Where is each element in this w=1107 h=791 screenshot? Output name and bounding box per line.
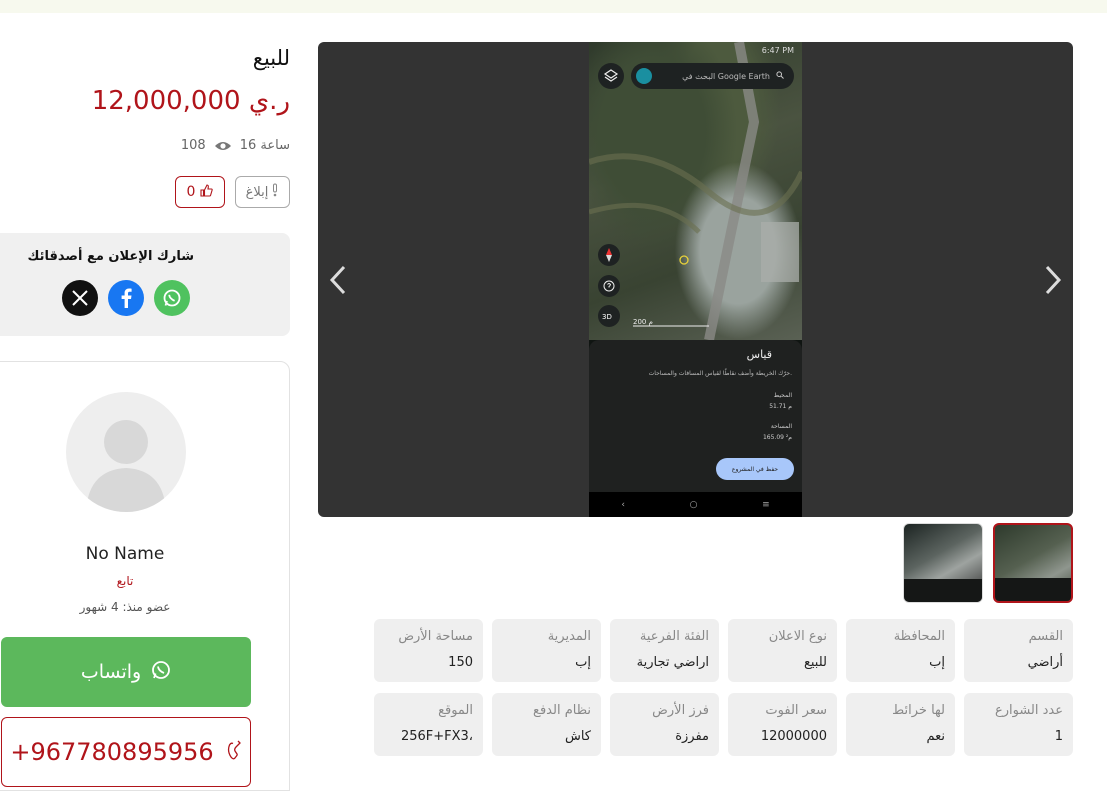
spec-card: القسم أراضي [964, 619, 1073, 682]
recents-icon: ≡ [762, 499, 770, 510]
spec-value: إب [575, 655, 591, 670]
avatar [66, 392, 186, 512]
spec-card: سعر الفوت 12000000 [728, 693, 837, 756]
spec-label: الموقع [438, 703, 473, 718]
spec-value: أراضي [1027, 655, 1063, 670]
account-avatar-icon [636, 68, 652, 84]
facebook-share-icon[interactable] [108, 280, 144, 316]
spec-card: فرز الأرض مفرزة [610, 693, 719, 756]
spec-label: القسم [1028, 629, 1063, 644]
spec-card: المديرية إب [492, 619, 601, 682]
phone-status-bar: 6:47 PM [761, 46, 794, 55]
whatsapp-share-icon[interactable] [154, 280, 190, 316]
x-share-icon[interactable] [62, 280, 98, 316]
like-button[interactable]: 0 [175, 176, 225, 208]
measure-title: قياس [746, 348, 772, 361]
search-icon [776, 71, 784, 81]
phone-icon [226, 738, 242, 766]
listing-meta: 108 16 ساعة [181, 138, 290, 153]
image-gallery: 6:47 PM البحث في Google Earth 3D 200 م ق… [318, 42, 1073, 517]
follow-link[interactable]: تابع [0, 574, 251, 588]
report-label: إبلاغ [245, 184, 269, 200]
spec-label: المحافظة [893, 629, 945, 644]
gallery-thumbnail-2[interactable] [903, 523, 983, 603]
spec-value: 12000000 [760, 729, 827, 744]
spec-label: لها خرائط [892, 703, 945, 718]
likes-count: 0 [186, 184, 196, 200]
spec-label: المديرية [547, 629, 591, 644]
spec-card: نوع الاعلان للبيع [728, 619, 837, 682]
spec-card: نظام الدفع كاش [492, 693, 601, 756]
svg-text:3D: 3D [602, 313, 612, 320]
seller-name: No Name [85, 544, 165, 564]
whatsapp-icon [151, 660, 171, 685]
spec-value: إب [929, 655, 945, 670]
spec-value: للبيع [803, 655, 827, 670]
spec-value: نعم [926, 729, 945, 744]
exclamation-icon [271, 183, 279, 201]
save-to-project-button: حفظ في المشروع [716, 458, 794, 480]
whatsapp-button[interactable]: واتساب [1, 637, 251, 707]
spec-label: فرز الأرض [652, 703, 709, 718]
spec-label: مساحة الأرض [398, 629, 473, 644]
spec-card: المحافظة إب [846, 619, 955, 682]
spec-card: عدد الشوارع 1 [964, 693, 1073, 756]
measure-panel: قياس حرّك الخريطة وأضف نقاطًا لقياس المس… [589, 340, 802, 492]
share-title: شارك الإعلان مع أصدقائك [27, 249, 194, 264]
spec-card: لها خرائط نعم [846, 693, 955, 756]
measure-description: حرّك الخريطة وأضف نقاطًا لقياس المسافات … [648, 370, 792, 377]
spec-label: سعر الفوت [765, 703, 827, 718]
home-icon: ○ [689, 499, 698, 510]
thumbs-up-icon [200, 183, 214, 201]
spec-label: عدد الشوارع [994, 703, 1063, 718]
spec-value: 150 [448, 655, 473, 670]
android-nav-bar: ‹ ○ ≡ [589, 492, 802, 517]
phone-number: +967780895956 [10, 738, 214, 766]
spec-card: الموقع 256F+FX3، [374, 693, 483, 756]
back-icon: ‹ [621, 499, 625, 510]
spec-value: 1 [1054, 729, 1063, 744]
spec-value: 256F+FX3، [400, 729, 473, 744]
area-value: 165.09 م² [762, 434, 792, 441]
spec-card: الفئة الفرعية اراضي تجارية [610, 619, 719, 682]
perimeter-value: 51.71 م [769, 403, 792, 410]
listing-price: 12,000,000 ر.ي [91, 86, 290, 116]
earth-search-placeholder: البحث في Google Earth [682, 71, 770, 81]
eye-icon [214, 140, 232, 152]
time-ago: 16 ساعة [239, 138, 290, 153]
views-count: 108 [180, 138, 206, 153]
whatsapp-label: واتساب [80, 661, 142, 683]
perimeter-label: المحيط [773, 392, 792, 399]
member-since: عضو منذ: 4 شهور [79, 600, 171, 614]
3d-toggle-icon: 3D [598, 305, 620, 327]
seller-card: No Name تابع عضو منذ: 4 شهور واتساب +967… [0, 361, 290, 791]
gallery-next-arrow-icon[interactable] [1041, 264, 1065, 296]
layers-icon [598, 63, 624, 89]
spec-label: نظام الدفع [533, 703, 591, 718]
gallery-prev-arrow-icon[interactable] [326, 264, 350, 296]
spec-card: مساحة الأرض 150 [374, 619, 483, 682]
listing-sidebar: للبيع 12,000,000 ر.ي 108 16 ساعة 0 إبلاغ… [0, 0, 300, 791]
phone-button[interactable]: +967780895956 [1, 717, 251, 787]
listing-photo: 6:47 PM البحث في Google Earth 3D 200 م ق… [589, 42, 802, 517]
earth-search-bar: البحث في Google Earth [631, 63, 794, 89]
spec-value: اراضي تجارية [636, 655, 709, 670]
area-label: المساحة [770, 423, 792, 430]
gallery-thumbnail-1[interactable] [993, 523, 1073, 603]
spec-value: كاش [564, 729, 591, 744]
share-box: شارك الإعلان مع أصدقائك [0, 233, 290, 336]
satellite-map: 6:47 PM البحث في Google Earth 3D 200 م [589, 42, 802, 340]
spec-label: الفئة الفرعية [639, 629, 709, 644]
help-icon [598, 275, 620, 297]
listing-status: للبيع [252, 46, 290, 70]
spec-label: نوع الاعلان [768, 629, 827, 644]
compass-icon [598, 244, 620, 266]
report-button[interactable]: إبلاغ [235, 176, 290, 208]
map-scale: 200 م [633, 318, 653, 326]
spec-value: مفرزة [675, 729, 709, 744]
